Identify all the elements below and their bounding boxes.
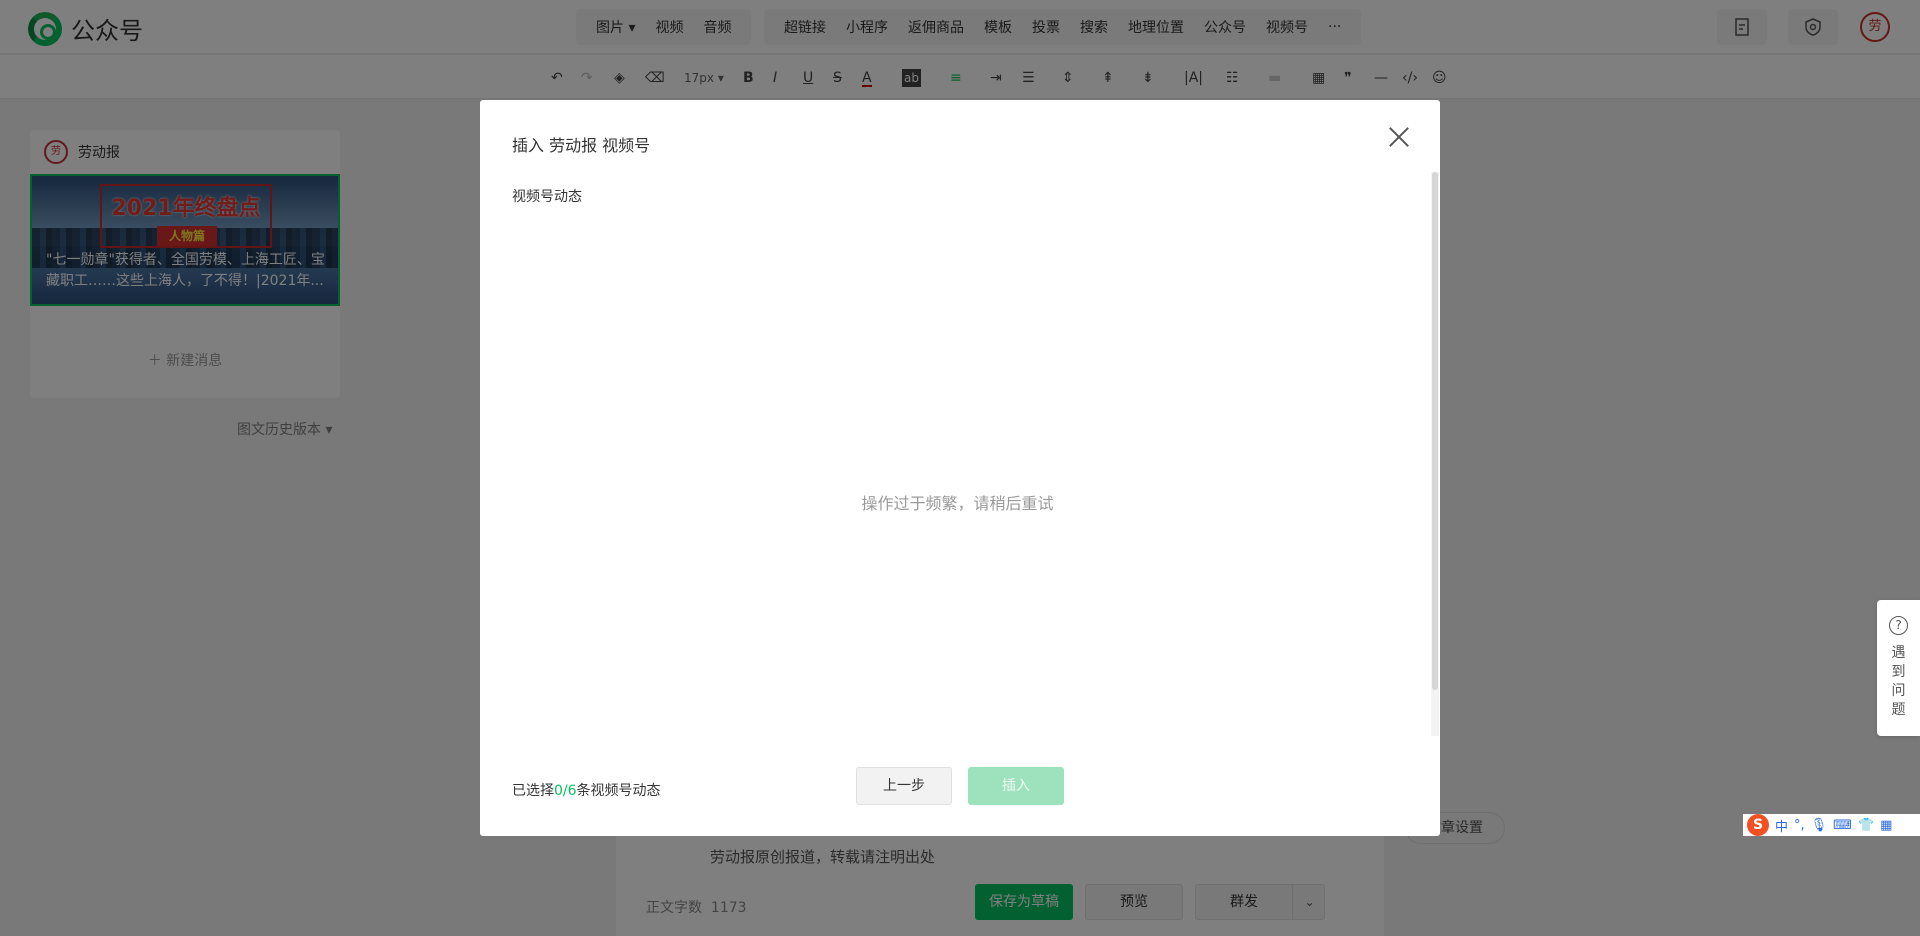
help-widget[interactable]: ? 遇到问题 bbox=[1877, 600, 1920, 736]
selected-count: 已选择0/6条视频号动态 bbox=[512, 783, 661, 799]
sogou-logo-icon[interactable]: S bbox=[1747, 814, 1769, 836]
ime-toolbar: S 中 °, 🎙 ⌨ 👕 ▦ bbox=[1743, 814, 1920, 836]
ime-language[interactable]: 中 bbox=[1775, 816, 1788, 835]
insert-button[interactable]: 插入 bbox=[968, 767, 1064, 805]
skin-icon[interactable]: 👕 bbox=[1858, 818, 1874, 833]
previous-step-button[interactable]: 上一步 bbox=[856, 767, 952, 805]
microphone-icon[interactable]: 🎙 bbox=[1811, 818, 1828, 833]
question-icon: ? bbox=[1889, 616, 1908, 635]
keyboard-icon[interactable]: ⌨ bbox=[1833, 818, 1852, 833]
selected-number: 0/6 bbox=[554, 783, 577, 799]
close-icon[interactable] bbox=[1388, 126, 1410, 148]
dialog-title: 插入 劳动报 视频号 bbox=[512, 136, 651, 155]
channels-feed-label: 视频号动态 bbox=[512, 189, 582, 205]
ime-punctuation-icon[interactable]: °, bbox=[1794, 818, 1805, 833]
insert-channels-dialog: 插入 劳动报 视频号 视频号动态 操作过于频繁，请稍后重试 已选择0/6条视频号… bbox=[480, 100, 1440, 836]
help-label: 遇到问题 bbox=[1891, 645, 1906, 718]
error-message: 操作过于频繁，请稍后重试 bbox=[861, 494, 1054, 513]
toolbox-icon[interactable]: ▦ bbox=[1880, 818, 1892, 833]
scrollbar-thumb[interactable] bbox=[1432, 172, 1438, 690]
